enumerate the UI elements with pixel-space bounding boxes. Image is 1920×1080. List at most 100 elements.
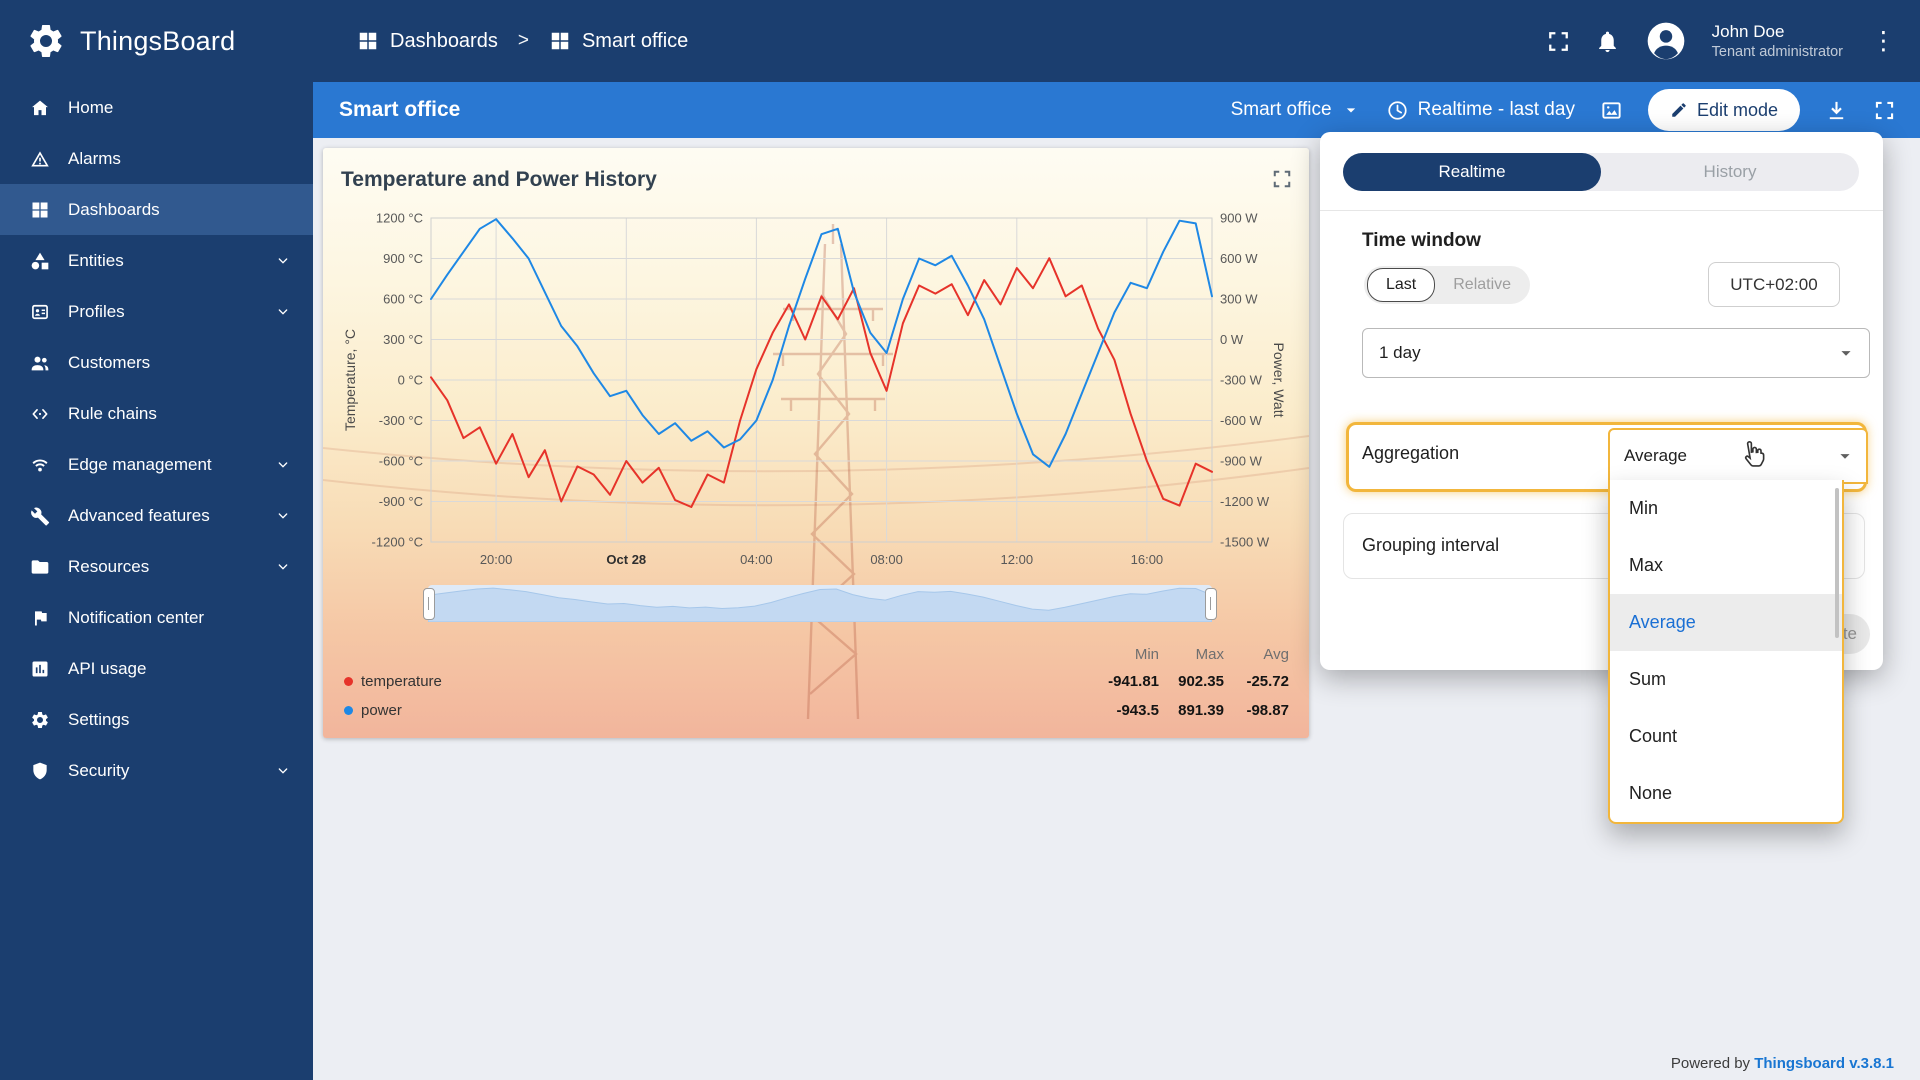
avatar[interactable] xyxy=(1644,19,1688,63)
legend-toggle-temperature[interactable]: temperature xyxy=(344,673,1094,690)
sidebar-item-alarms[interactable]: Alarms xyxy=(0,133,313,184)
home-icon xyxy=(30,98,50,118)
svg-text:-300 W: -300 W xyxy=(1220,373,1263,388)
option-none[interactable]: None xyxy=(1610,765,1842,822)
dashboards-icon xyxy=(30,200,50,220)
chevron-down-icon xyxy=(275,559,291,575)
svg-text:300 W: 300 W xyxy=(1220,292,1258,307)
edge-management-icon xyxy=(30,455,50,475)
dashboards-icon xyxy=(357,30,379,52)
dashboard-icon xyxy=(549,30,571,52)
range-handle-left[interactable] xyxy=(423,588,435,620)
toolbar-actions: Smart office Realtime - last day Edit mo… xyxy=(1231,89,1896,131)
sidebar-item-notification-center[interactable]: Notification center xyxy=(0,592,313,643)
chevron-down-icon xyxy=(275,304,291,320)
breadcrumb: Dashboards > Smart office xyxy=(357,30,688,53)
chart-legend: Min Max Avg temperature -941.81 902.35 -… xyxy=(344,642,1289,725)
timewindow-button[interactable]: Realtime - last day xyxy=(1386,99,1575,122)
dashboard-select[interactable]: Smart office xyxy=(1231,99,1361,121)
sidebar-item-profiles[interactable]: Profiles xyxy=(0,286,313,337)
last-toggle[interactable]: Last xyxy=(1367,268,1436,302)
sidebar-item-settings[interactable]: Settings xyxy=(0,694,313,745)
more-vertical-icon[interactable]: ⋮ xyxy=(1867,26,1900,56)
option-count[interactable]: Count xyxy=(1610,708,1842,765)
breadcrumb-dashboards[interactable]: Dashboards xyxy=(357,30,498,53)
sidebar-item-entities[interactable]: Entities xyxy=(0,235,313,286)
chevron-down-icon xyxy=(275,508,291,524)
svg-text:0 W: 0 W xyxy=(1220,332,1244,347)
sidebar-item-edge-management[interactable]: Edge management xyxy=(0,439,313,490)
dashboard-toolbar: Smart office Smart office Realtime - las… xyxy=(313,82,1920,138)
fullscreen-icon[interactable] xyxy=(1873,99,1896,122)
sidebar-item-advanced-features[interactable]: Advanced features xyxy=(0,490,313,541)
sidebar-item-home[interactable]: Home xyxy=(0,82,313,133)
panel-divider xyxy=(1320,210,1883,211)
interval-select[interactable]: 1 day xyxy=(1362,328,1870,378)
notifications-bell-icon[interactable] xyxy=(1595,29,1620,54)
timezone-button[interactable]: UTC+02:00 xyxy=(1708,262,1840,307)
svg-text:-1200 °C: -1200 °C xyxy=(372,535,423,550)
user-role: Tenant administrator xyxy=(1711,43,1843,60)
sidebar-item-rule-chains[interactable]: Rule chains xyxy=(0,388,313,439)
chevron-down-icon xyxy=(1835,342,1857,364)
option-average[interactable]: Average xyxy=(1610,594,1842,651)
thingsboard-logo-icon xyxy=(26,21,66,61)
sidebar-item-customers[interactable]: Customers xyxy=(0,337,313,388)
sidebar-item-api-usage[interactable]: API usage xyxy=(0,643,313,694)
image-gallery-icon[interactable] xyxy=(1600,99,1623,122)
tab-realtime[interactable]: Realtime xyxy=(1343,153,1601,191)
aggregation-select[interactable]: Average xyxy=(1608,428,1868,484)
legend-toggle-power[interactable]: power xyxy=(344,702,1094,719)
legend-row-power: power -943.5 891.39 -98.87 xyxy=(344,696,1289,725)
widget-title: Temperature and Power History xyxy=(341,168,657,191)
sidebar-item-dashboards[interactable]: Dashboards xyxy=(0,184,313,235)
sidebar: ThingsBoard Home Alarms Dashboards Entit… xyxy=(0,0,313,1080)
history-chart: 1200 °C 900 °C 600 °C 300 °C 0 °C -300 °C -600… xyxy=(342,211,1287,568)
download-icon[interactable] xyxy=(1825,99,1848,122)
edit-mode-button[interactable]: Edit mode xyxy=(1647,89,1800,131)
range-overview-chart xyxy=(428,587,1212,622)
grouping-interval-label: Grouping interval xyxy=(1362,535,1500,555)
time-range-selector[interactable] xyxy=(423,585,1217,622)
timewindow-tabs: Realtime History xyxy=(1343,153,1859,191)
temperature-power-widget: Temperature and Power History 1200 °C 900… xyxy=(323,148,1309,738)
option-max[interactable]: Max xyxy=(1610,537,1842,594)
svg-text:-1500 W: -1500 W xyxy=(1220,535,1270,550)
customers-icon xyxy=(30,353,50,373)
temperature-series-dot xyxy=(344,677,353,686)
widget-fullscreen-icon[interactable] xyxy=(1271,168,1293,190)
menu-scrollbar[interactable] xyxy=(1835,488,1839,638)
user-name: John Doe xyxy=(1711,22,1785,42)
svg-text:300 °C: 300 °C xyxy=(383,332,423,347)
svg-text:12:00: 12:00 xyxy=(1001,552,1034,567)
svg-text:-900 W: -900 W xyxy=(1220,454,1263,469)
sidebar-item-resources[interactable]: Resources xyxy=(0,541,313,592)
svg-text:Oct 28: Oct 28 xyxy=(606,552,646,567)
svg-text:-900 °C: -900 °C xyxy=(379,494,423,509)
thingsboard-logo[interactable]: ThingsBoard xyxy=(0,0,313,82)
relative-toggle[interactable]: Relative xyxy=(1437,276,1527,294)
option-min[interactable]: Min xyxy=(1610,480,1842,537)
chevron-down-icon xyxy=(275,253,291,269)
tab-history[interactable]: History xyxy=(1601,153,1859,191)
user-menu[interactable]: John Doe Tenant administrator xyxy=(1712,21,1843,60)
header-actions: John Doe Tenant administrator ⋮ xyxy=(1546,19,1900,63)
svg-text:-300 °C: -300 °C xyxy=(379,413,423,428)
profiles-icon xyxy=(30,302,50,322)
fullscreen-icon[interactable] xyxy=(1546,29,1571,54)
range-handle-right[interactable] xyxy=(1205,588,1217,620)
svg-text:1200 °C: 1200 °C xyxy=(376,211,423,226)
breadcrumb-smart-office[interactable]: Smart office xyxy=(549,30,688,53)
aggregation-label: Aggregation xyxy=(1362,443,1460,463)
option-sum[interactable]: Sum xyxy=(1610,651,1842,708)
chevron-down-icon xyxy=(1341,100,1361,120)
alarm-icon xyxy=(30,149,50,169)
sidebar-item-security[interactable]: Security xyxy=(0,745,313,796)
svg-text:0 °C: 0 °C xyxy=(398,373,423,388)
footer: Powered by Thingsboard v.3.8.1 xyxy=(1671,1055,1894,1072)
api-usage-icon xyxy=(30,659,50,679)
svg-text:04:00: 04:00 xyxy=(740,552,773,567)
svg-text:-600 W: -600 W xyxy=(1220,413,1263,428)
thingsboard-version-link[interactable]: Thingsboard v.3.8.1 xyxy=(1754,1055,1894,1072)
svg-text:-1200 W: -1200 W xyxy=(1220,494,1270,509)
